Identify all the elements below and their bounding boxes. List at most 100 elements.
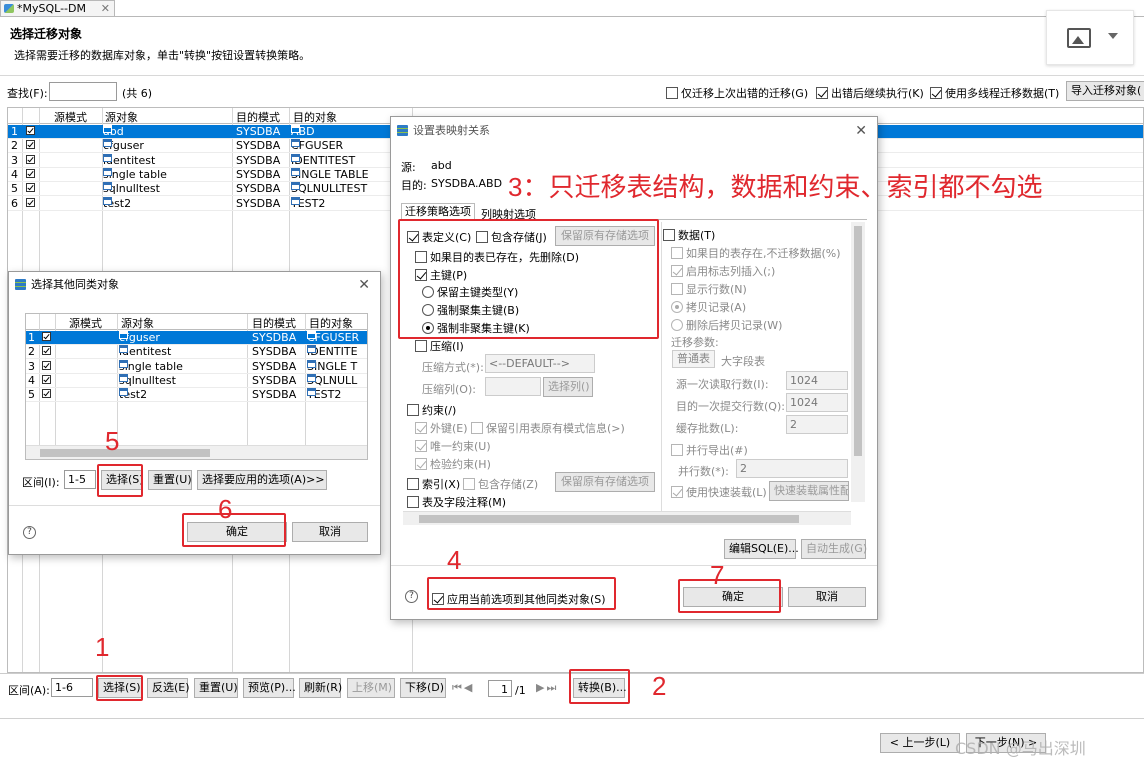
- row-checkbox[interactable]: [26, 197, 35, 207]
- parallel-checkbox[interactable]: [671, 444, 683, 456]
- mapping-dialog-titlebar[interactable]: 设置表映射关系 ✕: [391, 117, 877, 145]
- index-keep-storage-button[interactable]: 保留原有存储选项: [555, 472, 655, 492]
- row-checkbox[interactable]: [42, 389, 51, 399]
- edit-sql-button[interactable]: 编辑SQL(E)...: [724, 539, 799, 559]
- select-column-button[interactable]: 选择列(): [543, 377, 593, 397]
- options-vscroll[interactable]: [851, 222, 865, 502]
- prev-step-button[interactable]: < 上一步(L): [880, 733, 960, 753]
- data-option[interactable]: 数据(T): [663, 227, 715, 243]
- index-checkbox[interactable]: [407, 478, 419, 490]
- first-prev-page-icon[interactable]: ⏮◀: [452, 681, 474, 695]
- multithread-option[interactable]: 使用多线程迁移数据(T): [930, 85, 1059, 101]
- col-src-object[interactable]: 源对象: [121, 315, 154, 331]
- parallel-option[interactable]: 并行导出(#): [671, 442, 748, 458]
- table-row[interactable]: 5 test2 SYSDBA TEST2: [26, 388, 367, 403]
- close-icon[interactable]: ✕: [101, 1, 110, 16]
- only-failed-option[interactable]: 仅迁移上次出错的迁移(G): [666, 85, 808, 101]
- range-input[interactable]: 1-6: [51, 678, 93, 697]
- tab-strategy[interactable]: 迁移策略选项: [401, 203, 475, 219]
- identity-insert-checkbox[interactable]: [671, 265, 683, 277]
- col-src-schema[interactable]: 源模式: [69, 315, 102, 331]
- src-read-input[interactable]: 1024: [786, 371, 848, 390]
- fast-load-checkbox[interactable]: [671, 486, 683, 498]
- delete-copy-radio[interactable]: [671, 319, 683, 331]
- help-icon[interactable]: ?: [405, 590, 418, 603]
- foreign-key-option[interactable]: 外键(E): [415, 420, 468, 436]
- row-checkbox[interactable]: [26, 168, 35, 178]
- auto-generate-button[interactable]: 自动生成(G): [801, 539, 867, 559]
- refresh-button[interactable]: 刷新(R): [299, 678, 342, 698]
- editor-tab[interactable]: *MySQL--DM ✕: [0, 0, 115, 16]
- identity-insert-option[interactable]: 启用标志列插入(;): [671, 263, 775, 279]
- fast-load-option[interactable]: 使用快速装载(L): [671, 484, 767, 500]
- copy-records-radio[interactable]: [671, 301, 683, 313]
- index-storage-option[interactable]: 包含存储(Z): [463, 476, 538, 492]
- parallel-count-input[interactable]: 2: [736, 459, 848, 478]
- comments-option[interactable]: 表及字段注释(M): [407, 494, 506, 510]
- continue-on-error-checkbox[interactable]: [816, 87, 828, 99]
- keep-ref-option[interactable]: 保留引用表原有模式信息(>): [471, 420, 625, 436]
- find-input[interactable]: [49, 82, 117, 101]
- tab-normal-table[interactable]: 普通表: [672, 350, 715, 368]
- other-range-input[interactable]: 1-5: [64, 470, 96, 489]
- delete-copy-option[interactable]: 删除后拷贝记录(W): [671, 317, 782, 333]
- continue-on-error-option[interactable]: 出错后继续执行(K): [816, 85, 924, 101]
- keep-ref-checkbox[interactable]: [471, 422, 483, 434]
- data-checkbox[interactable]: [663, 229, 675, 241]
- reset-button[interactable]: 重置(U): [194, 678, 238, 698]
- help-icon[interactable]: ?: [23, 526, 36, 539]
- table-row[interactable]: 1 cfguser SYSDBA CFGUSER: [26, 331, 367, 345]
- check-option[interactable]: 检验约束(H): [415, 456, 491, 472]
- row-checkbox[interactable]: [26, 154, 35, 164]
- col-dst-object[interactable]: 目的对象: [309, 315, 353, 331]
- row-checkbox[interactable]: [42, 332, 51, 341]
- show-rows-option[interactable]: 显示行数(N): [671, 281, 747, 297]
- row-checkbox[interactable]: [26, 183, 35, 193]
- table-row[interactable]: 4 sqlnulltest SYSDBA SQLNULL: [26, 373, 367, 388]
- invert-button[interactable]: 反选(E): [147, 678, 190, 698]
- table-row[interactable]: 3 single table SYSDBA SINGLE T: [26, 359, 367, 374]
- unique-option[interactable]: 唯一约束(U): [415, 438, 491, 454]
- row-checkbox[interactable]: [26, 140, 35, 150]
- only-failed-checkbox[interactable]: [666, 87, 678, 99]
- multithread-checkbox[interactable]: [930, 87, 942, 99]
- move-up-button[interactable]: 上移(M): [347, 678, 395, 698]
- col-dst-schema[interactable]: 目的模式: [236, 109, 280, 125]
- foreign-key-checkbox[interactable]: [415, 422, 427, 434]
- options-hscroll[interactable]: [403, 511, 851, 525]
- compress-option[interactable]: 压缩(I): [415, 338, 464, 354]
- index-option[interactable]: 索引(X): [407, 476, 460, 492]
- col-dst-object[interactable]: 目的对象: [293, 109, 337, 125]
- dst-commit-input[interactable]: 1024: [786, 393, 848, 412]
- other-reset-button[interactable]: 重置(U): [148, 470, 192, 490]
- comments-checkbox[interactable]: [407, 496, 419, 508]
- constraint-checkbox[interactable]: [407, 404, 419, 416]
- other-table-hscroll[interactable]: [26, 445, 367, 459]
- compress-col-input[interactable]: [485, 377, 541, 396]
- show-rows-checkbox[interactable]: [671, 283, 683, 295]
- compress-mode-select[interactable]: <--DEFAULT-->: [485, 354, 595, 373]
- move-down-button[interactable]: 下移(D): [400, 678, 446, 698]
- other-dialog-titlebar[interactable]: 选择其他同类对象 ✕: [9, 272, 380, 298]
- col-src-object[interactable]: 源对象: [105, 109, 138, 125]
- copy-records-option[interactable]: 拷贝记录(A): [671, 299, 746, 315]
- compress-checkbox[interactable]: [415, 340, 427, 352]
- unique-checkbox[interactable]: [415, 440, 427, 452]
- page-input[interactable]: 1: [488, 680, 512, 697]
- import-objects-button[interactable]: 导入迁移对象(: [1066, 81, 1144, 101]
- row-checkbox[interactable]: [42, 374, 51, 384]
- row-checkbox[interactable]: [42, 346, 51, 356]
- close-icon[interactable]: ✕: [358, 272, 370, 298]
- fast-load-attr-button[interactable]: 快速装载属性配: [769, 481, 849, 501]
- constraint-option[interactable]: 约束(/): [407, 402, 456, 418]
- col-src-schema[interactable]: 源模式: [54, 109, 87, 125]
- tab-lob-table[interactable]: 大字段表: [721, 353, 765, 369]
- table-row[interactable]: 2 identitest SYSDBA IDENTITE: [26, 345, 367, 360]
- index-storage-checkbox[interactable]: [463, 478, 475, 490]
- next-last-page-icon[interactable]: ▶⏭: [536, 681, 558, 695]
- no-data-if-exists-option[interactable]: 如果目的表存在,不迁移数据(%): [671, 245, 841, 261]
- other-cancel-button[interactable]: 取消: [292, 522, 368, 542]
- no-data-if-exists-checkbox[interactable]: [671, 247, 683, 259]
- mapping-cancel-button[interactable]: 取消: [788, 587, 866, 607]
- row-checkbox[interactable]: [42, 360, 51, 370]
